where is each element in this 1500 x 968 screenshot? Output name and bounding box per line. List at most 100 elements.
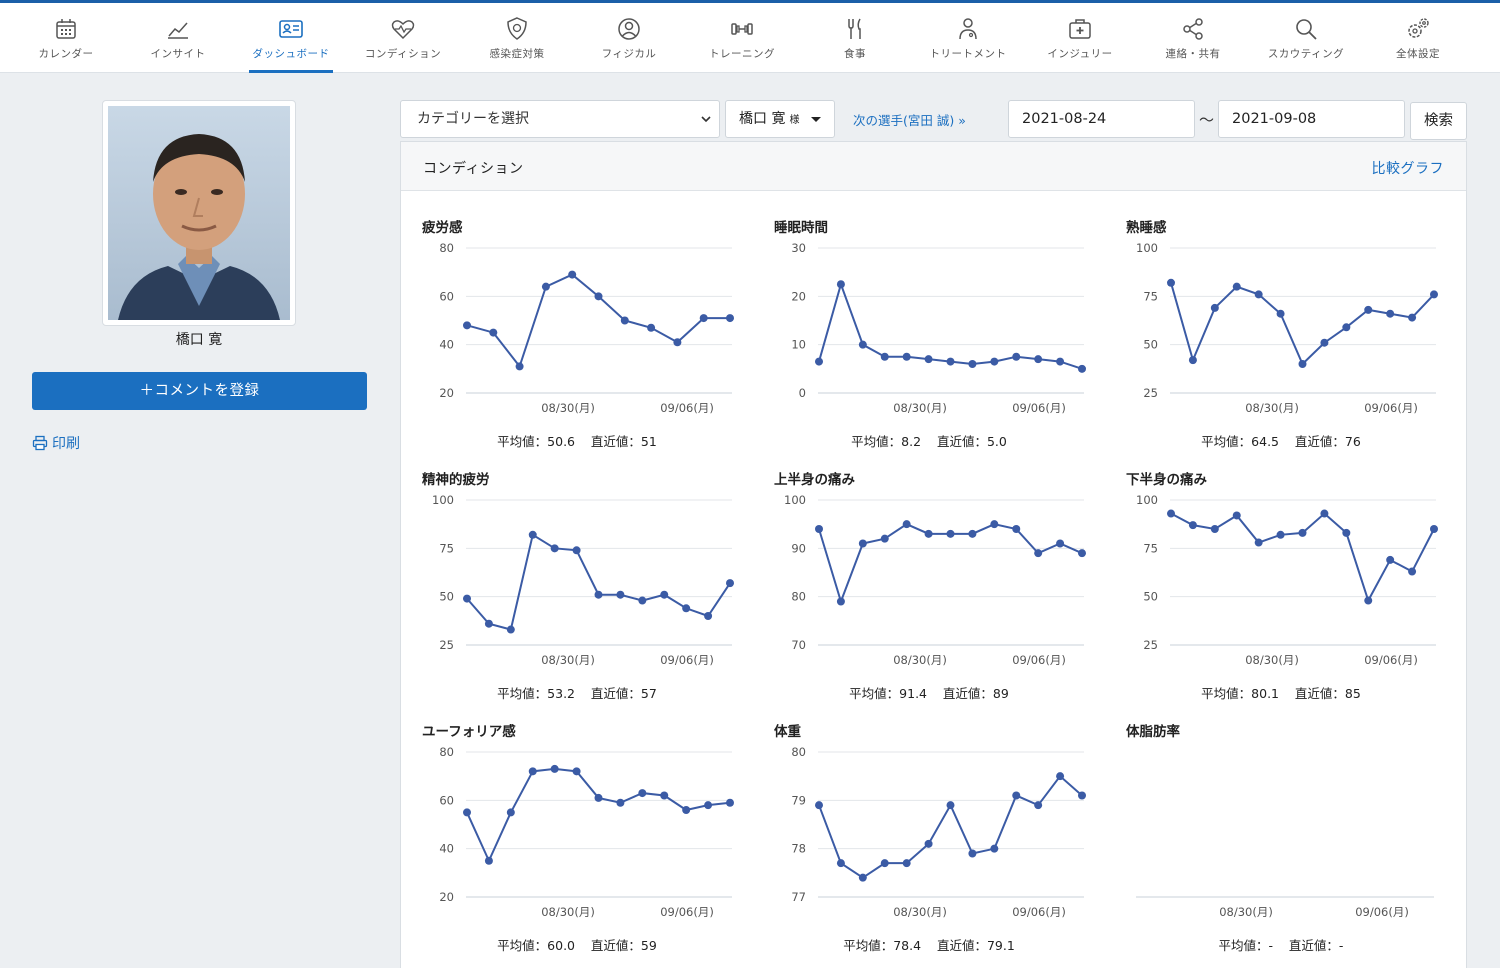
chart-stats: 平均値：91.4 直近値：89 [849,686,1009,701]
chart-stats: 平均値：53.2 直近値：57 [497,686,657,701]
nav-label: 全体設定 [1396,48,1440,60]
date-to-input[interactable]: 2021-09-08 [1218,100,1405,138]
data-point [704,612,713,620]
data-point [1056,357,1065,366]
y-tick-label: 78 [791,842,806,856]
athlete-dropdown[interactable]: 橋口 寛様 [725,100,835,138]
search-button[interactable]: 検索 [1410,102,1467,140]
chart-stats: 平均値：- 直近値：- [1218,938,1344,953]
nav-item-trend[interactable]: インサイト [122,3,234,73]
y-tick-label: 50 [439,590,454,604]
chart-stats: 平均値：64.5 直近値：76 [1201,434,1361,449]
y-tick-label: 80 [439,241,454,255]
data-point [515,362,524,371]
nav-item-medical-kit[interactable]: インジュリー [1024,3,1136,73]
data-point [1188,521,1197,530]
data-point [463,594,471,603]
nav-item-doctor[interactable]: トリートメント [912,3,1024,73]
data-point [463,321,471,330]
line-chart: 25 50 75 100 08/30(月) 09/06(月) [1136,241,1438,415]
data-point [594,793,603,802]
active-tab-indicator [249,70,333,73]
nav-item-user-circle[interactable]: フィジカル [573,3,685,73]
nav-item-gears[interactable]: 全体設定 [1362,3,1474,73]
category-select[interactable]: カテゴリーを選択 [400,100,720,138]
nav-item-dumbbell[interactable]: トレーニング [686,3,798,73]
data-point [1210,525,1219,533]
chart-title: ユーフォリア感 [422,724,516,740]
data-point [528,530,537,539]
line-chart: 70 80 90 100 08/30(月) 09/06(月) [784,493,1086,667]
date-separator: ～ [1199,111,1215,129]
data-point [1034,549,1043,558]
nav-item-fork-knife[interactable]: 食事 [799,3,911,73]
nav-label: 感染症対策 [489,48,545,60]
y-tick-label: 40 [439,842,454,856]
x-tick-label: 09/06(月) [1364,653,1418,667]
nav-item-search[interactable]: スカウティング [1250,3,1362,73]
print-link[interactable]: 印刷 [32,433,80,453]
data-point [1320,509,1329,518]
add-comment-button[interactable]: ＋コメントを登録 [32,372,367,410]
line-chart: 0 10 20 30 08/30(月) 09/06(月) [791,241,1086,415]
data-point [726,798,734,807]
series-line [818,774,1083,879]
data-point [1188,356,1197,365]
data-point [1364,596,1373,605]
data-point [1078,364,1086,373]
chart-title: 体脂肪率 [1126,724,1180,740]
data-point [880,352,889,361]
data-point [902,859,911,868]
chart-stats: 平均値：78.4 直近値：79.1 [843,938,1015,953]
series-line [1170,282,1435,366]
y-tick-label: 25 [1143,638,1158,652]
data-point [1298,528,1307,537]
data-point [858,873,867,882]
y-tick-label: 100 [432,493,454,507]
compare-graph-link[interactable]: 比較グラフ [1372,158,1445,178]
user-circle-icon [616,16,642,42]
data-point [836,859,845,868]
condition-panel: コンディション 比較グラフ 疲労感 20 40 60 80 08/30(月) 09/06(月… [400,141,1467,968]
data-point [528,767,537,776]
data-point [638,789,647,798]
data-point [1364,305,1373,314]
data-point [858,340,867,349]
date-from-input[interactable]: 2021-08-24 [1008,100,1195,138]
data-point [1408,313,1417,322]
data-point [484,856,493,865]
nav-item-share[interactable]: 連絡・共有 [1137,3,1249,73]
nav-item-virus-shield[interactable]: 感染症対策 [461,3,573,73]
series-line [466,533,731,631]
data-point [1254,538,1263,547]
data-point [858,539,867,548]
data-point [682,806,691,814]
x-tick-label: 08/30(月) [541,653,595,667]
next-player-link[interactable]: 次の選手(宮田 誠) » [853,110,966,129]
y-tick-label: 20 [791,289,806,303]
nav-item-calendar[interactable]: カレンダー [10,3,122,73]
data-point [924,529,933,538]
fork-knife-icon [842,16,868,42]
data-point [484,619,493,628]
data-point [880,859,889,868]
gears-icon [1405,16,1431,42]
data-point [550,764,559,773]
data-point [1320,338,1329,347]
y-tick-label: 80 [791,590,806,604]
athlete-honorific: 様 [789,115,800,126]
data-point [594,590,603,599]
data-point [836,280,845,289]
data-point [924,355,933,364]
series-line [818,280,1083,370]
data-point [1034,801,1043,810]
nav-item-heartbeat[interactable]: コンディション [347,3,459,73]
nav-item-id-card[interactable]: ダッシュボード [235,3,347,73]
heartbeat-icon [390,16,416,42]
line-chart: 20 40 60 80 08/30(月) 09/06(月) [439,241,734,415]
data-point [1298,360,1307,368]
data-point [1167,278,1175,287]
data-point [990,520,999,529]
data-point [620,316,629,325]
dumbbell-icon [729,16,755,42]
